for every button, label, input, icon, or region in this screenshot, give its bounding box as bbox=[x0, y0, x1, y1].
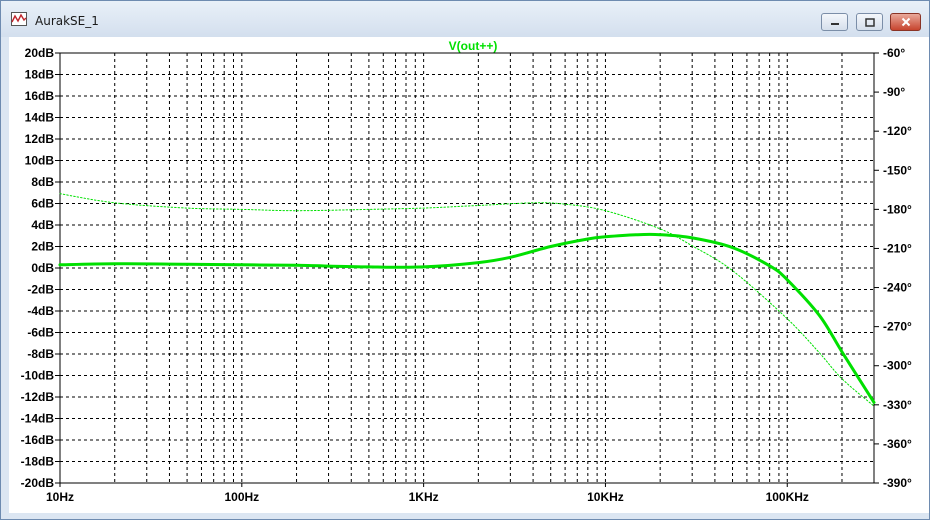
y-left-tick-label: -12dB bbox=[21, 390, 55, 404]
y-left-tick-label: 6dB bbox=[31, 197, 54, 211]
x-tick-label: 10KHz bbox=[587, 490, 624, 504]
y-left-tick-label: 20dB bbox=[25, 46, 55, 60]
y-left-tick-label: 2dB bbox=[31, 240, 54, 254]
y-left-tick-label: 0dB bbox=[31, 261, 54, 275]
axis-ticks bbox=[55, 52, 879, 487]
y-left-tick-label: 16dB bbox=[25, 89, 55, 103]
y-right-tick-label: -150° bbox=[883, 163, 912, 177]
title-bar[interactable]: AurakSE_1 bbox=[1, 1, 929, 37]
y-left-tick-label: 12dB bbox=[25, 132, 55, 146]
grid bbox=[60, 53, 874, 483]
y-right-tick-label: -300° bbox=[883, 359, 912, 373]
y-right-tick-label: -240° bbox=[883, 281, 912, 295]
y-left-tick-label: -20dB bbox=[21, 476, 55, 490]
y-left-tick-label: -6dB bbox=[27, 326, 54, 340]
y-left-tick-label: -8dB bbox=[27, 347, 54, 361]
y-right-tick-label: -390° bbox=[883, 476, 912, 490]
bode-plot[interactable]: 20dB 18dB 16dB 14dB 12dB 10dB 8dB 6dB 4dB 2dB 0dB -… bbox=[9, 37, 929, 513]
y-right-tick-label: -180° bbox=[883, 202, 912, 216]
magnitude-trace[interactable] bbox=[58, 232, 876, 404]
x-tick-label: 100KHz bbox=[766, 490, 809, 504]
trace-title[interactable]: V(out++) bbox=[449, 39, 498, 53]
y-left-tick-label: 4dB bbox=[31, 218, 54, 232]
axis-labels: 20dB 18dB 16dB 14dB 12dB 10dB 8dB 6dB 4dB 2dB 0dB -… bbox=[21, 46, 912, 504]
close-icon bbox=[901, 17, 910, 27]
y-left-tick-label: -16dB bbox=[21, 433, 55, 447]
y-right-tick-label: -270° bbox=[883, 320, 912, 334]
close-button[interactable] bbox=[890, 13, 921, 31]
y-right-tick-label: -210° bbox=[883, 241, 912, 255]
y-left-tick-label: -4dB bbox=[27, 304, 54, 318]
y-left-tick-label: -14dB bbox=[21, 412, 55, 426]
minimize-button[interactable] bbox=[821, 13, 848, 31]
y-right-tick-label: -330° bbox=[883, 398, 912, 412]
waveform-icon bbox=[11, 12, 27, 26]
x-tick-label: 1KHz bbox=[409, 490, 439, 504]
x-tick-label: 100Hz bbox=[224, 490, 259, 504]
app-window: AurakSE_1 20dB 18dB 16dB 14dB 12dB 10dB 8dB 6dB… bbox=[0, 0, 930, 520]
y-right-tick-label: -60° bbox=[883, 46, 905, 60]
y-left-tick-label: -18dB bbox=[21, 455, 55, 469]
y-left-tick-label: 18dB bbox=[25, 68, 55, 82]
y-right-tick-label: -120° bbox=[883, 124, 912, 138]
y-left-tick-label: -2dB bbox=[27, 283, 54, 297]
y-right-tick-label: -90° bbox=[883, 85, 905, 99]
x-tick-label: 10Hz bbox=[46, 490, 74, 504]
y-left-tick-label: 8dB bbox=[31, 175, 54, 189]
maximize-button[interactable] bbox=[856, 13, 883, 31]
traces bbox=[58, 193, 876, 407]
y-right-tick-label: -360° bbox=[883, 437, 912, 451]
phase-trace[interactable] bbox=[59, 193, 875, 407]
y-left-tick-label: 14dB bbox=[25, 111, 55, 125]
window-title: AurakSE_1 bbox=[35, 14, 99, 28]
y-left-tick-label: -10dB bbox=[21, 369, 55, 383]
maximize-icon bbox=[864, 17, 875, 27]
y-left-tick-label: 10dB bbox=[25, 154, 55, 168]
minimize-icon bbox=[830, 23, 839, 25]
plot-area[interactable]: 20dB 18dB 16dB 14dB 12dB 10dB 8dB 6dB 4dB 2dB 0dB -… bbox=[9, 37, 929, 513]
